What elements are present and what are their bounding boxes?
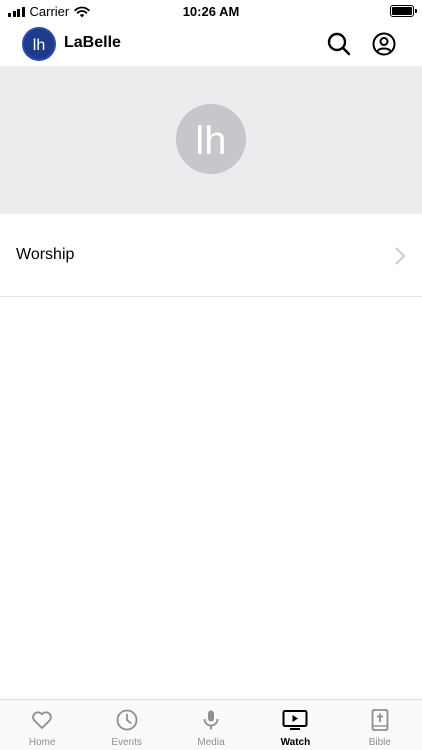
logo-text: lh	[33, 37, 45, 54]
heart-icon	[32, 711, 52, 729]
tab-label: Watch	[280, 737, 311, 748]
tab-label: Media	[197, 737, 225, 748]
app-header: lh LaBelle	[0, 22, 422, 66]
battery-icon	[390, 5, 417, 17]
list-item-label: Worship	[16, 246, 75, 263]
status-time: 10:26 AM	[182, 4, 240, 19]
app-logo[interactable]: lh	[22, 27, 56, 61]
tab-label: Bible	[368, 737, 391, 748]
tab-events[interactable]: Events	[84, 700, 168, 750]
tab-watch[interactable]: Watch	[253, 700, 337, 750]
video-play-icon	[282, 710, 308, 730]
status-bar: Carrier 10:26 AM	[0, 0, 422, 22]
clock-icon	[116, 709, 138, 731]
bible-icon	[371, 709, 389, 731]
hero-banner: lh	[0, 66, 422, 214]
tab-label: Events	[111, 737, 142, 748]
search-icon	[327, 32, 351, 56]
tab-bible[interactable]: Bible	[338, 700, 422, 750]
tab-label: Home	[28, 737, 56, 748]
tab-home[interactable]: Home	[0, 700, 84, 750]
tab-bar: Home Events Media Watch Bible	[0, 699, 422, 750]
app-title: LaBelle	[64, 34, 121, 51]
search-button[interactable]	[326, 31, 352, 57]
tab-media[interactable]: Media	[169, 700, 253, 750]
user-icon	[372, 32, 396, 56]
list-item-worship[interactable]: Worship	[0, 214, 422, 297]
hero-logo-text: lh	[195, 119, 226, 163]
lh-logo-icon: lh	[176, 104, 246, 174]
microphone-icon	[203, 710, 219, 730]
chevron-right-icon	[395, 247, 406, 265]
account-button[interactable]	[371, 31, 397, 57]
lh-logo-icon: lh	[33, 37, 45, 54]
